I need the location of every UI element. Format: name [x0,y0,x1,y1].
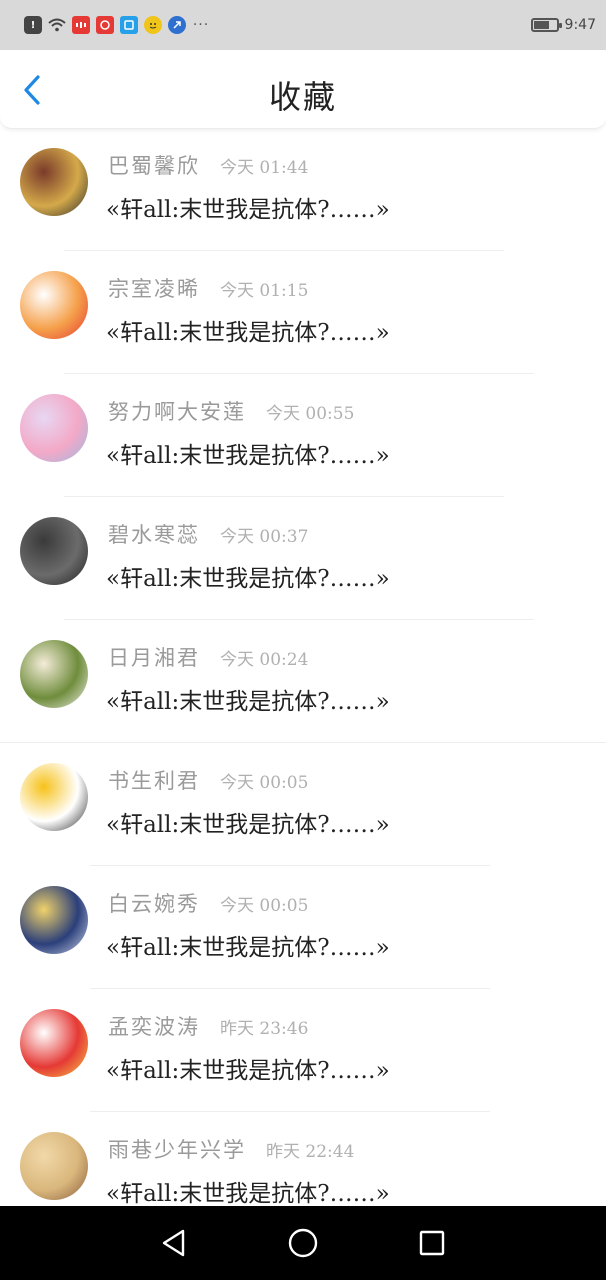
status-icons: ! ··· [24,16,210,34]
app-icon [144,16,162,34]
favorite-item[interactable]: 书生利君 今天 00:05 «轩all:末世我是抗体?……» [0,743,606,866]
avatar[interactable] [20,1009,88,1077]
screen: ! ··· 9:47 收藏 巴蜀馨欣 今天 01:44 «轩all:末世我是抗体… [0,0,606,1280]
user-name: 努力啊大安莲 [108,400,246,424]
favorite-item[interactable]: 碧水寒蕊 今天 00:37 «轩all:末世我是抗体?……» [0,497,606,620]
more-icon: ··· [192,17,210,33]
app-icon [168,16,186,34]
battery-icon [530,18,562,32]
app-icon [96,16,114,34]
item-meta: 努力啊大安莲 今天 00:55 [108,396,354,426]
book-title: «轩all:末世我是抗体?……» [106,443,390,469]
user-name: 白云婉秀 [108,892,200,916]
status-right: 9:47 [530,17,596,33]
avatar[interactable] [20,640,88,708]
book-title: «轩all:末世我是抗体?……» [106,566,390,592]
favorite-item[interactable]: 日月湘君 今天 00:24 «轩all:末世我是抗体?……» [0,620,606,743]
timestamp: 今天 01:15 [220,281,309,301]
favorite-item[interactable]: 孟奕波涛 昨天 23:46 «轩all:末世我是抗体?……» [0,989,606,1112]
header: 收藏 [0,50,606,129]
app-icon [120,16,138,34]
nav-home-button[interactable] [283,1223,323,1263]
user-name: 宗室凌晞 [108,277,200,301]
user-name: 碧水寒蕊 [108,523,200,547]
app-icon [72,16,90,34]
favorite-item[interactable]: 努力啊大安莲 今天 00:55 «轩all:末世我是抗体?……» [0,374,606,497]
item-meta: 书生利君 今天 00:05 [108,765,308,795]
user-name: 雨巷少年兴学 [108,1138,246,1162]
item-meta: 日月湘君 今天 00:24 [108,642,308,672]
item-meta: 巴蜀馨欣 今天 01:44 [108,150,308,180]
item-meta: 白云婉秀 今天 00:05 [108,888,308,918]
timestamp: 今天 00:24 [220,650,309,670]
user-name: 日月湘君 [108,646,200,670]
favorites-list: 巴蜀馨欣 今天 01:44 «轩all:末世我是抗体?……» 宗室凌晞 今天 01:15… [0,128,606,1235]
page-title: 收藏 [268,78,337,116]
favorite-item[interactable]: 巴蜀馨欣 今天 01:44 «轩all:末世我是抗体?……» [0,128,606,251]
book-title: «轩all:末世我是抗体?……» [106,320,390,346]
avatar[interactable] [20,394,88,462]
avatar[interactable] [20,148,88,216]
favorite-item[interactable]: 白云婉秀 今天 00:05 «轩all:末世我是抗体?……» [0,866,606,989]
book-title: «轩all:末世我是抗体?……» [106,812,390,838]
user-name: 书生利君 [108,769,200,793]
item-meta: 宗室凌晞 今天 01:15 [108,273,308,303]
alert-icon: ! [24,16,42,34]
favorite-item[interactable]: 宗室凌晞 今天 01:15 «轩all:末世我是抗体?……» [0,251,606,374]
timestamp: 今天 01:44 [220,158,309,178]
book-title: «轩all:末世我是抗体?……» [106,1181,390,1207]
book-title: «轩all:末世我是抗体?……» [106,935,390,961]
navigation-bar [0,1206,606,1280]
item-meta: 雨巷少年兴学 昨天 22:44 [108,1134,354,1164]
recents-square-icon [419,1230,444,1256]
avatar[interactable] [20,517,88,585]
nav-recents-button[interactable] [412,1223,452,1263]
timestamp: 昨天 22:44 [266,1142,355,1162]
wifi-icon [48,16,66,34]
avatar[interactable] [20,763,88,831]
status-bar: ! ··· 9:47 [0,0,606,50]
timestamp: 今天 00:37 [220,527,309,547]
avatar[interactable] [20,1132,88,1200]
status-time: 9:47 [564,17,596,33]
back-triangle-icon [163,1229,185,1257]
timestamp: 今天 00:05 [220,773,309,793]
home-circle-icon [288,1228,318,1258]
book-title: «轩all:末世我是抗体?……» [106,197,390,223]
item-meta: 碧水寒蕊 今天 00:37 [108,519,308,549]
avatar[interactable] [20,886,88,954]
nav-back-button[interactable] [154,1223,194,1263]
user-name: 孟奕波涛 [108,1015,200,1039]
timestamp: 今天 00:55 [266,404,355,424]
timestamp: 今天 00:05 [220,896,309,916]
book-title: «轩all:末世我是抗体?……» [106,689,390,715]
item-meta: 孟奕波涛 昨天 23:46 [108,1011,308,1041]
user-name: 巴蜀馨欣 [108,154,200,178]
book-title: «轩all:末世我是抗体?……» [106,1058,390,1084]
avatar[interactable] [20,271,88,339]
timestamp: 昨天 23:46 [220,1019,309,1039]
